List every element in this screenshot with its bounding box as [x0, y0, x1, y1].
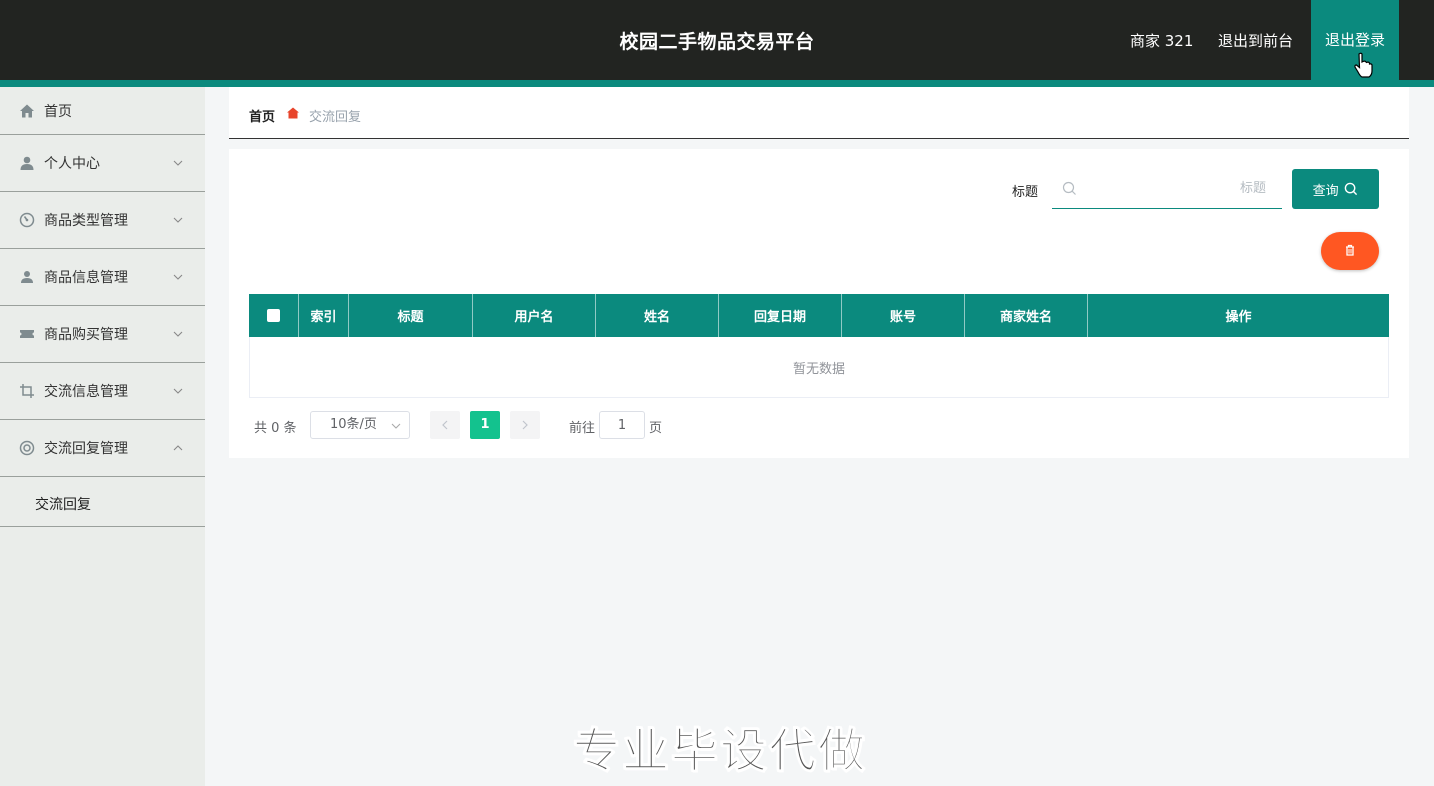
dashboard-icon: [19, 212, 35, 228]
delete-button[interactable]: [1321, 232, 1379, 270]
sidebar-item-label: 交流回复管理: [44, 441, 128, 457]
column-header: 账号: [842, 294, 965, 337]
trash-icon: [1346, 244, 1354, 256]
pagination: 共 0 条 10条/页 1 前往 页: [254, 411, 754, 439]
sidebar-item-label: 个人中心: [44, 156, 100, 172]
sidebar-item-exchange-reply[interactable]: 交流回复管理: [0, 420, 205, 477]
column-header: 索引: [299, 294, 349, 337]
goto-page-input[interactable]: [599, 411, 645, 439]
chevron-up-icon: [173, 445, 183, 451]
lifebuoy-icon: [19, 440, 35, 456]
exit-to-frontend-link[interactable]: 退出到前台: [1218, 30, 1293, 51]
search-icon: [1345, 182, 1358, 196]
column-header: 标题: [349, 294, 473, 337]
page-size-value: 10条/页: [330, 417, 377, 432]
sidebar-item-personal-center[interactable]: 个人中心: [0, 135, 205, 192]
sidebar-subitem-label: 交流回复: [35, 497, 91, 513]
sidebar-item-label: 首页: [44, 103, 72, 120]
sidebar-item-label: 商品类型管理: [44, 213, 128, 229]
query-button[interactable]: 查询: [1292, 169, 1379, 209]
top-header: 校园二手物品交易平台 商家 321 退出到前台 退出登录: [0, 0, 1434, 80]
search-label: 标题: [1012, 185, 1039, 200]
breadcrumb: 首页 交流回复: [229, 87, 1409, 139]
content-panel: 标题 查询 索引 标题 用户名 姓名 回复日期 账号 商家姓名 操作 暂无数据 …: [229, 149, 1409, 458]
chevron-down-icon: [173, 388, 183, 394]
sidebar-item-home[interactable]: 首页: [0, 87, 205, 135]
ticket-icon: [20, 330, 34, 338]
chevron-left-icon: [442, 420, 448, 430]
chevron-down-icon: [173, 160, 183, 166]
breadcrumb-home[interactable]: 首页: [249, 106, 275, 125]
chevron-down-icon: [391, 423, 401, 429]
column-header: 用户名: [473, 294, 596, 337]
chevron-down-icon: [173, 331, 183, 337]
chevron-down-icon: [173, 217, 183, 223]
page-size-select[interactable]: 10条/页: [310, 411, 410, 439]
breadcrumb-current: 交流回复: [309, 110, 362, 125]
search-icon: [1062, 181, 1076, 195]
pagination-total: 共 0 条: [254, 421, 297, 436]
home-separator-icon: [287, 107, 299, 119]
page-suffix: 页: [649, 421, 663, 436]
select-all-header: [249, 294, 299, 337]
sidebar-item-label: 交流信息管理: [44, 384, 128, 400]
sidebar-item-product-purchase[interactable]: 商品购买管理: [0, 306, 205, 363]
chevron-down-icon: [173, 274, 183, 280]
prev-page-button[interactable]: [430, 411, 460, 439]
table-empty-state: 暂无数据: [249, 337, 1389, 398]
sidebar-item-exchange-info[interactable]: 交流信息管理: [0, 363, 205, 420]
chevron-right-icon: [522, 420, 528, 430]
column-header: 商家姓名: [965, 294, 1088, 337]
column-header: 操作: [1225, 310, 1252, 325]
user-icon: [20, 156, 34, 170]
query-button-label: 查询: [1312, 182, 1339, 198]
sidebar-item-product-type[interactable]: 商品类型管理: [0, 192, 205, 249]
table-header: 索引 标题 用户名 姓名 回复日期 账号 商家姓名 操作: [249, 294, 1389, 337]
title-search-input[interactable]: [1082, 169, 1282, 208]
select-all-checkbox[interactable]: [267, 309, 280, 322]
current-user: 商家 321: [1130, 32, 1194, 50]
hand-cursor-icon: [1354, 52, 1373, 78]
next-page-button[interactable]: [510, 411, 540, 439]
sidebar-item-label: 商品信息管理: [44, 270, 128, 286]
sidebar: 首页 个人中心 商品类型管理 商品信息管理 商品购买管理 交流信息管理 交流回复…: [0, 87, 205, 786]
sidebar-item-label: 商品购买管理: [44, 327, 128, 343]
crop-icon: [20, 384, 34, 398]
watermark-text: 专业毕设代做: [573, 724, 867, 780]
column-header: 姓名: [596, 294, 719, 337]
column-header: 回复日期: [719, 294, 842, 337]
sidebar-subitem-exchange-reply[interactable]: 交流回复: [0, 477, 205, 527]
search-field: [1052, 169, 1282, 209]
page-number-button[interactable]: 1: [470, 411, 500, 439]
data-table: 索引 标题 用户名 姓名 回复日期 账号 商家姓名 操作 暂无数据: [249, 294, 1389, 398]
sidebar-item-product-info[interactable]: 商品信息管理: [0, 249, 205, 306]
home-icon: [20, 104, 34, 117]
goto-label: 前往: [569, 421, 596, 436]
header-accent-bar: [0, 80, 1434, 87]
person-icon: [21, 271, 33, 283]
